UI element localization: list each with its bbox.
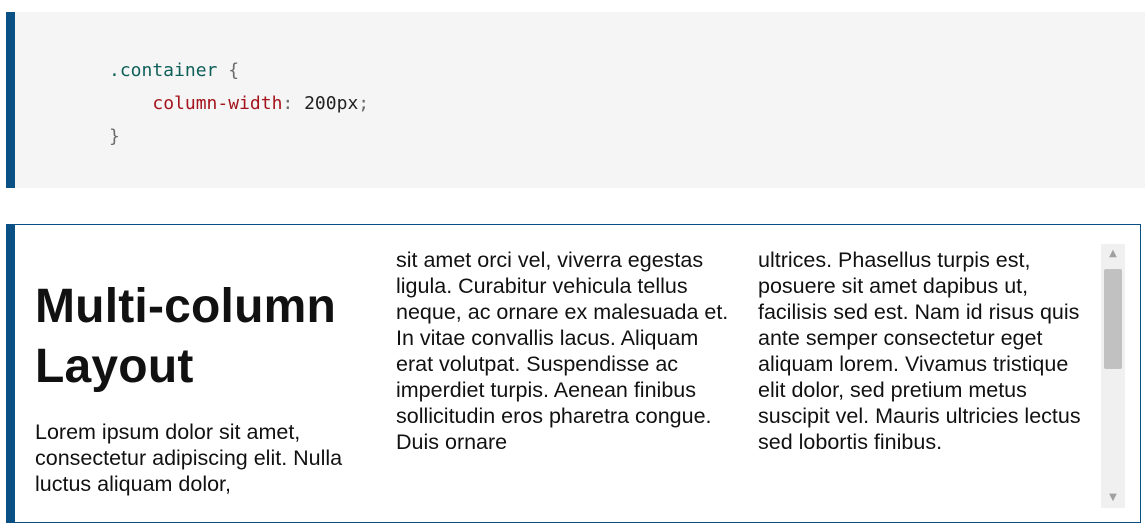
column-1: Multi-column Layout Lorem ipsum dolor sit…	[35, 225, 370, 497]
scroll-down-icon[interactable]: ▼	[1101, 488, 1125, 508]
code-close-brace: }	[109, 126, 120, 147]
code-property: column-width	[152, 93, 283, 114]
vertical-scrollbar[interactable]: ▲ ▼	[1101, 244, 1125, 508]
code-semicolon: ;	[358, 93, 370, 114]
code-colon: :	[282, 93, 294, 114]
demo-heading: Multi-column Layout	[35, 225, 370, 397]
scroll-up-icon[interactable]: ▲	[1101, 244, 1125, 264]
column-2-text: sit amet orci vel, viverra egestas ligul…	[396, 248, 729, 454]
column-3-text: ultrices. Phasellus turpis est, posuere …	[758, 248, 1081, 454]
multicolumn-container[interactable]: Multi-column Layout Lorem ipsum dolor sit…	[35, 225, 1101, 507]
multicolumn-demo: Multi-column Layout Lorem ipsum dolor sit…	[6, 224, 1141, 523]
heading-line-1: Multi-column	[35, 280, 337, 333]
code-open-brace: {	[228, 60, 240, 81]
column-1-text: Lorem ipsum dolor sit amet, consectetur …	[35, 420, 343, 496]
scroll-thumb[interactable]	[1104, 269, 1122, 369]
column-2: sit amet orci vel, viverra egestas ligul…	[396, 225, 731, 455]
code-value: 200px	[304, 93, 359, 114]
heading-line-2: Layout	[35, 340, 194, 393]
css-code: .container { column-width: 200px; }	[109, 54, 369, 153]
column-3: ultrices. Phasellus turpis est, posuere …	[758, 225, 1093, 455]
code-block: .container { column-width: 200px; }	[6, 12, 1145, 188]
code-selector: .container	[109, 60, 218, 81]
